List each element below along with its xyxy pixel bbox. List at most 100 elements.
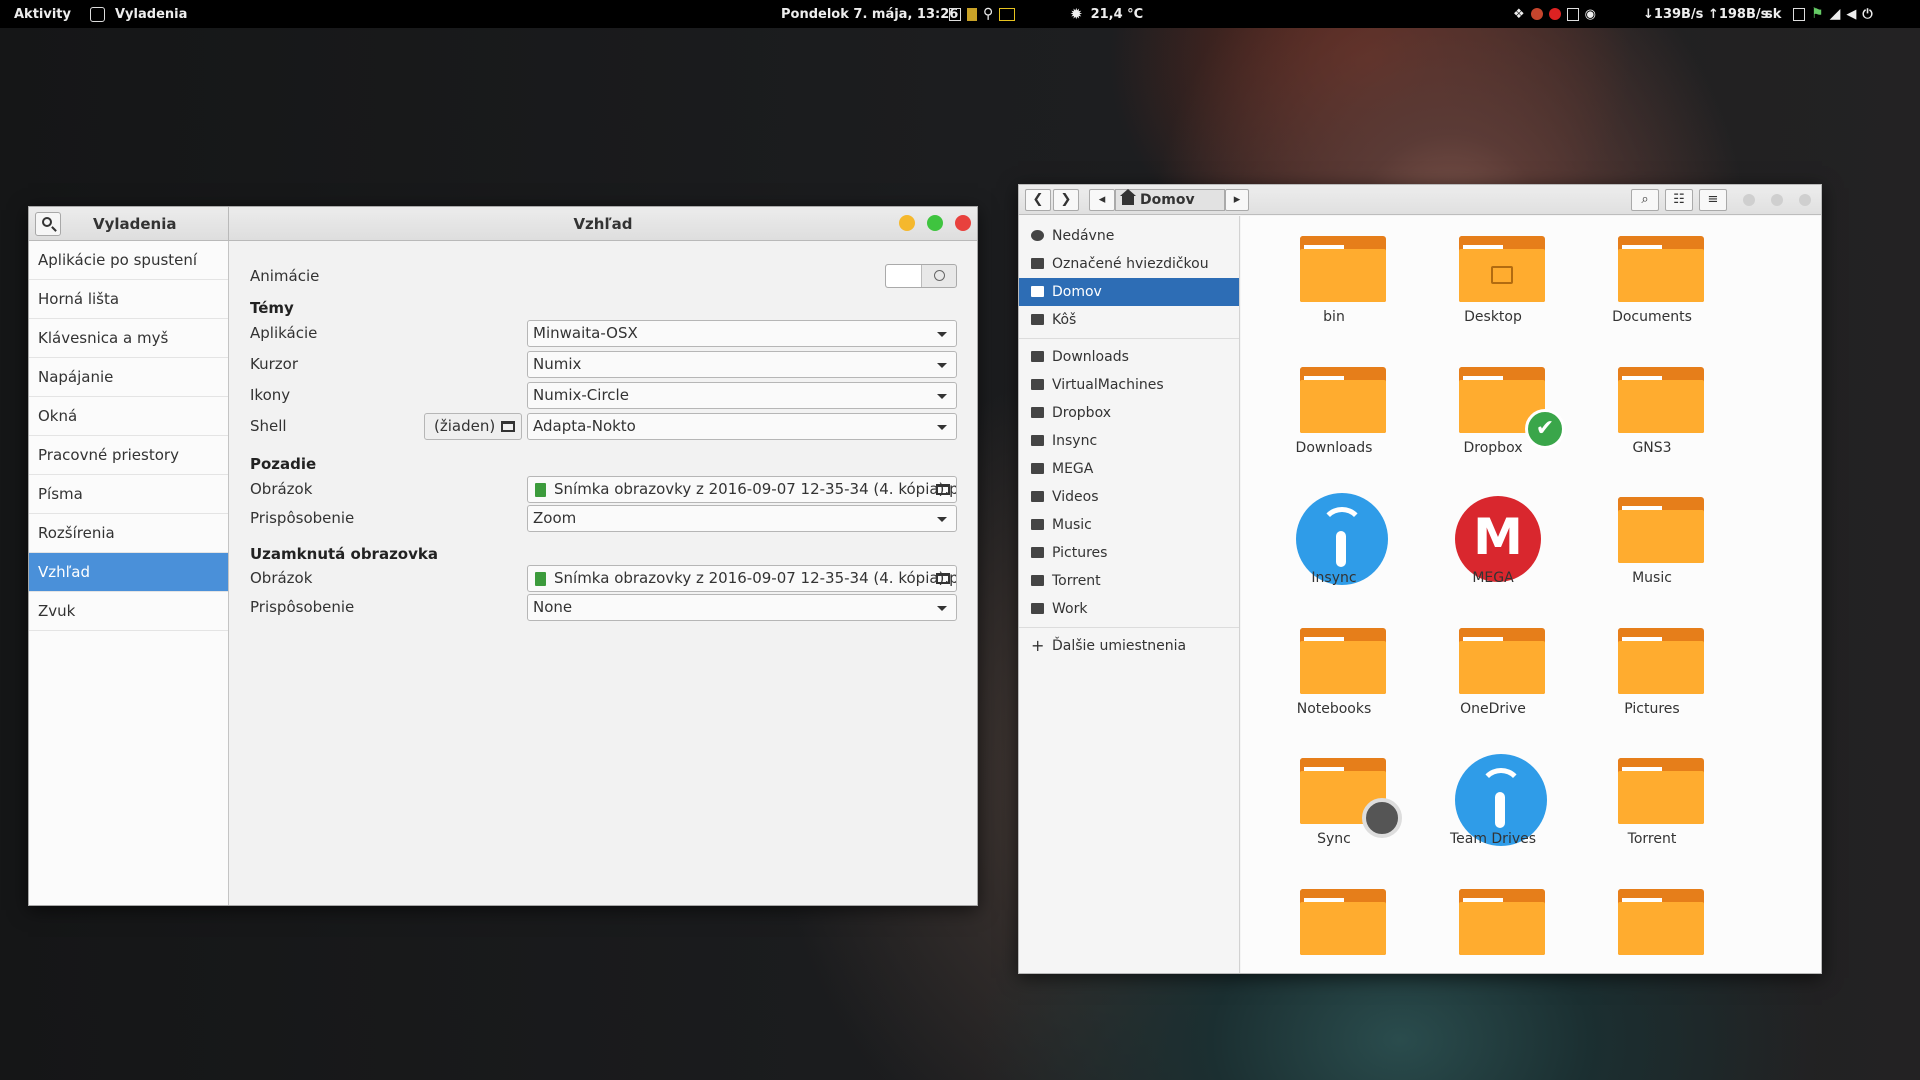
maximize-button[interactable]	[1771, 194, 1783, 206]
weather-indicator[interactable]: ✹ 21,4 °C	[1070, 0, 1143, 28]
search-button[interactable]	[35, 211, 61, 236]
close-button[interactable]	[1799, 194, 1811, 206]
updates-icon[interactable]	[1793, 7, 1805, 21]
files-sidebar: Nedávne Označené hviezdičkou Domov Kôš D…	[1019, 216, 1240, 973]
shield-icon[interactable]: ⚑	[1811, 6, 1824, 22]
mega-tray-icon[interactable]	[1548, 8, 1561, 20]
bg-adjust-combo[interactable]: Zoom	[527, 504, 957, 532]
folder-icon	[1031, 491, 1044, 502]
bookmark-music[interactable]: Music	[1019, 511, 1239, 539]
bookmark-pictures[interactable]: Pictures	[1019, 539, 1239, 567]
menu-button[interactable]: ≡	[1699, 189, 1727, 211]
clipboard-icon[interactable]	[1566, 7, 1579, 21]
file-item-dropbox[interactable]: ✔ Dropbox	[1418, 353, 1568, 479]
file-item-bin[interactable]: bin	[1259, 222, 1409, 348]
wifi-icon[interactable]: ◢	[1830, 6, 1841, 22]
forward-button[interactable]: ❯	[1053, 189, 1079, 211]
shell-theme-combo[interactable]: Adapta-Nokto	[527, 412, 957, 440]
place-starred[interactable]: Označené hviezdičkou	[1019, 250, 1239, 278]
minimize-button[interactable]	[899, 215, 915, 231]
image-file-icon	[535, 571, 546, 586]
net-speed[interactable]: ↓139B/s ↑198B/s	[1643, 0, 1768, 28]
volume-icon[interactable]: ◀	[1846, 7, 1856, 22]
file-name: Desktop	[1464, 309, 1522, 325]
file-item-downloads[interactable]: Downloads	[1259, 353, 1409, 479]
file-item[interactable]	[1577, 875, 1727, 974]
file-item-insync[interactable]: Insync	[1259, 483, 1409, 609]
place-home[interactable]: Domov	[1019, 278, 1239, 306]
file-item-torrent[interactable]: Torrent	[1577, 744, 1727, 870]
sidebar-item-top-bar[interactable]: Horná lišta	[29, 280, 228, 319]
sidebar-item-startup[interactable]: Aplikácie po spustení	[29, 241, 228, 280]
sidebar-item-windows[interactable]: Okná	[29, 397, 228, 436]
bg-image-picker[interactable]: Snímka obrazovky z 2016-09-07 12-35-34 (…	[527, 475, 957, 503]
bookmark-videos[interactable]: Videos	[1019, 483, 1239, 511]
bookmark-torrent[interactable]: Torrent	[1019, 567, 1239, 595]
file-item-mega[interactable]: M MEGA	[1418, 483, 1568, 609]
other-locations[interactable]: + Ďalšie umiestnenia	[1019, 632, 1239, 660]
file-item[interactable]	[1259, 875, 1409, 974]
appearance-panel: Animácie Témy Aplikácie Minwaita-OSX Kur…	[230, 241, 977, 905]
apps-theme-combo[interactable]: Minwaita-OSX	[527, 319, 957, 347]
place-trash[interactable]: Kôš	[1019, 306, 1239, 334]
animations-switch[interactable]	[885, 264, 957, 288]
top-bar: Aktivity Vyladenia Pondelok 7. mája, 13:…	[0, 0, 1920, 28]
display-icon[interactable]	[999, 7, 1016, 21]
back-button[interactable]: ❮	[1025, 189, 1051, 211]
file-item-sync[interactable]: Sync	[1259, 744, 1409, 870]
search-button[interactable]: ⌕	[1631, 189, 1659, 211]
bookmark-dropbox[interactable]: Dropbox	[1019, 399, 1239, 427]
bookmark-work[interactable]: Work	[1019, 595, 1239, 623]
orange-tray-icon[interactable]	[1530, 8, 1543, 20]
path-crumb-home[interactable]: Domov	[1115, 189, 1225, 211]
sidebar-item-workspaces[interactable]: Pracovné priestory	[29, 436, 228, 475]
file-item-onedrive[interactable]: OneDrive	[1418, 614, 1568, 740]
sidebar-item-appearance[interactable]: Vzhľad	[29, 553, 228, 592]
bookmark-mega[interactable]: MEGA	[1019, 455, 1239, 483]
cursor-theme-row: Kurzor Numix	[250, 350, 957, 378]
file-item-gns3[interactable]: GNS3	[1577, 353, 1727, 479]
file-item-notebooks[interactable]: Notebooks	[1259, 614, 1409, 740]
window-title: Vzhľad	[573, 215, 633, 233]
shell-theme-file-button[interactable]: (žiaden)	[424, 412, 522, 440]
file-item-documents[interactable]: Documents	[1577, 222, 1727, 348]
activities-button[interactable]: Aktivity	[14, 0, 71, 28]
sidebar-item-power[interactable]: Napájanie	[29, 358, 228, 397]
folder-icon	[1031, 547, 1044, 558]
bookmark-downloads[interactable]: Downloads	[1019, 343, 1239, 371]
view-list-button[interactable]: ☷	[1665, 189, 1693, 211]
maximize-button[interactable]	[927, 215, 943, 231]
path-right-arrow[interactable]: ▸	[1225, 189, 1249, 211]
lock-image-picker[interactable]: Snímka obrazovky z 2016-09-07 12-35-34 (…	[527, 564, 957, 592]
power-icon[interactable]: ⏻	[1862, 7, 1872, 22]
cursor-theme-combo[interactable]: Numix	[527, 350, 957, 378]
keyboard-layout[interactable]: sk	[1765, 0, 1781, 28]
close-button[interactable]	[955, 215, 971, 231]
sidebar-item-extensions[interactable]: Rozšírenia	[29, 514, 228, 553]
icons-theme-combo[interactable]: Numix-Circle	[527, 381, 957, 409]
bookmark-insync[interactable]: Insync	[1019, 427, 1239, 455]
file-item-music[interactable]: Music	[1577, 483, 1727, 609]
sidebar-item-sound[interactable]: Zvuk	[29, 592, 228, 631]
path-left-arrow[interactable]: ◂	[1089, 189, 1115, 211]
file-item-desktop[interactable]: Desktop	[1418, 222, 1568, 348]
sidebar-item-fonts[interactable]: Písma	[29, 475, 228, 514]
usb-icon[interactable]: ⚲	[983, 6, 993, 22]
lock-adjust-combo[interactable]: None	[527, 593, 957, 621]
clock[interactable]: Pondelok 7. mája, 13:26	[781, 0, 958, 28]
memory-icon[interactable]	[967, 7, 977, 21]
sidebar-item-keyboard-mouse[interactable]: Klávesnica a myš	[29, 319, 228, 358]
minimize-button[interactable]	[1743, 194, 1755, 206]
place-recent[interactable]: Nedávne	[1019, 222, 1239, 250]
dropbox-tray-icon[interactable]: ❖	[1513, 7, 1525, 22]
file-item-team-drives[interactable]: Team Drives	[1418, 744, 1568, 870]
app-menu[interactable]: Vyladenia	[90, 0, 187, 28]
bg-adjust-label: Prispôsobenie	[250, 509, 355, 527]
tray-icons: ❖ ◉	[1510, 0, 1599, 28]
file-item-pictures[interactable]: Pictures	[1577, 614, 1727, 740]
bookmark-virtualmachines[interactable]: VirtualMachines	[1019, 371, 1239, 399]
steam-icon[interactable]: ◉	[1585, 7, 1596, 22]
file-item[interactable]	[1418, 875, 1568, 974]
home-icon	[1120, 189, 1136, 205]
cpu-icon[interactable]	[949, 7, 961, 21]
